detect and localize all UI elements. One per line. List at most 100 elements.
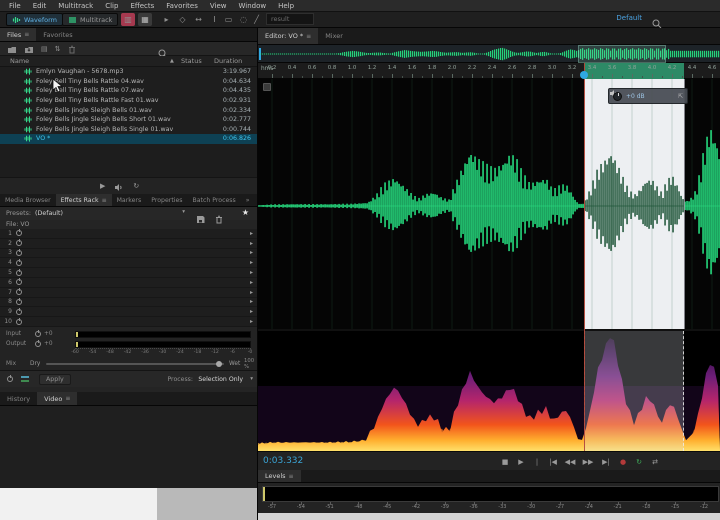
preview-play-icon[interactable]: ▶	[100, 182, 105, 190]
delete-preset-icon[interactable]	[215, 209, 223, 228]
move-tool-icon[interactable]: ▸	[160, 13, 173, 26]
spectrogram-display[interactable]	[258, 331, 720, 451]
file-row[interactable]: Foley Bells Jingle Sleigh Bells Short 01…	[0, 115, 257, 125]
mix-slider-track[interactable]	[46, 363, 224, 365]
slot-power-icon[interactable]	[16, 250, 22, 256]
navigator-selection[interactable]	[578, 45, 666, 63]
slot-insert-arrow-icon[interactable]: ▸	[250, 249, 253, 256]
multitrack-view-button[interactable]: Multitrack	[62, 13, 118, 26]
record-button[interactable]: ●	[616, 455, 630, 468]
slot-insert-arrow-icon[interactable]: ▸	[250, 289, 253, 296]
menu-file[interactable]: File	[3, 0, 27, 12]
panel-menu-icon[interactable]: ≡	[306, 33, 311, 40]
tab-markers[interactable]: Markers	[112, 194, 147, 206]
skip-to-start-button[interactable]: |◀	[546, 455, 560, 468]
tab-history[interactable]: History	[0, 392, 37, 405]
mix-slider-handle[interactable]	[216, 361, 222, 367]
preset-dropdown-caret-icon[interactable]: ▾	[182, 209, 185, 215]
slot-insert-arrow-icon[interactable]: ▸	[250, 298, 253, 305]
waveform-display[interactable]: +0 dB ⇱	[258, 79, 720, 329]
tab-levels[interactable]: Levels ≡	[258, 470, 301, 482]
file-row[interactable]: Foley Bell Tiny Bells Rattle Fast 01.wav…	[0, 96, 257, 106]
file-row[interactable]: Emlyn Vaughan - 5678.mp33:19.967	[0, 67, 257, 77]
slot-power-icon[interactable]	[16, 260, 22, 266]
mix-amount-value[interactable]: 100 %	[244, 358, 257, 370]
slip-tool-icon[interactable]: ↔	[192, 13, 205, 26]
play-button[interactable]: ▶	[514, 455, 528, 468]
menu-favorites[interactable]: Favorites	[160, 0, 204, 12]
slot-power-icon[interactable]	[16, 279, 22, 285]
slot-power-icon[interactable]	[16, 230, 22, 236]
skip-to-end-button[interactable]: ▶|	[599, 455, 613, 468]
column-status[interactable]: Status	[181, 57, 202, 65]
tab-effects-rack[interactable]: Effects Rack ≡	[56, 194, 112, 206]
effect-slot[interactable]: 9▸	[0, 307, 257, 317]
stop-button[interactable]: ■	[498, 455, 512, 468]
timeline-ruler[interactable]: hms 0.20.40.60.81.01.21.41.61.82.02.22.4…	[258, 63, 720, 79]
slot-insert-arrow-icon[interactable]: ▸	[250, 259, 253, 266]
razor-tool-icon[interactable]: ◇	[176, 13, 189, 26]
tab-batch-process[interactable]: Batch Process	[188, 194, 241, 206]
favorite-star-icon[interactable]: ★	[242, 208, 249, 217]
output-power-icon[interactable]	[35, 341, 41, 347]
column-name[interactable]: Name	[10, 57, 29, 65]
slot-insert-arrow-icon[interactable]: ▸	[250, 308, 253, 315]
effect-slot[interactable]: 4▸	[0, 258, 257, 268]
panel-menu-icon[interactable]: ≡	[24, 31, 29, 38]
slot-power-icon[interactable]	[16, 309, 22, 315]
new-file-icon[interactable]: ▤	[41, 45, 48, 53]
spectrogram-selection[interactable]	[584, 331, 684, 451]
effect-slot[interactable]: 3▸	[0, 249, 257, 259]
zoom-navigator[interactable]	[258, 45, 720, 63]
file-row[interactable]: Foley Bells Jingle Sleigh Bells 01.wav0:…	[0, 105, 257, 115]
tab-media-browser[interactable]: Media Browser	[0, 194, 56, 206]
display-options-icon[interactable]	[263, 83, 271, 91]
time-display[interactable]: 0:03.332	[263, 456, 303, 466]
file-row[interactable]: VO *0:06.826	[0, 134, 257, 144]
slot-insert-arrow-icon[interactable]: ▸	[250, 240, 253, 247]
panel-menu-icon[interactable]: ≡	[65, 395, 70, 402]
file-row[interactable]: Foley Bells Jingle Sleigh Bells Single 0…	[0, 125, 257, 135]
slot-insert-arrow-icon[interactable]: ▸	[250, 269, 253, 276]
effect-slot[interactable]: 5▸	[0, 268, 257, 278]
pitch-display-icon[interactable]: ▦	[138, 13, 152, 26]
marquee-selection-tool-icon[interactable]: ▭	[222, 13, 235, 26]
time-selection-tool-icon[interactable]: I	[208, 13, 221, 26]
slot-power-icon[interactable]	[16, 319, 22, 325]
slot-insert-arrow-icon[interactable]: ▸	[250, 230, 253, 237]
hud-gain-value[interactable]: +0 dB	[626, 93, 645, 100]
hud-gain-knob[interactable]	[613, 92, 622, 101]
menu-window[interactable]: Window	[233, 0, 273, 12]
selection-right-edge[interactable]	[684, 79, 685, 329]
effect-slot[interactable]: 10▸	[0, 317, 257, 327]
preview-loop-icon[interactable]: ↻	[133, 182, 139, 190]
panel-menu-icon[interactable]: ≡	[102, 197, 107, 204]
input-gain-value[interactable]: +0	[44, 331, 53, 337]
tab-video[interactable]: Video ≡	[37, 392, 77, 405]
input-power-icon[interactable]	[35, 331, 41, 337]
slot-power-icon[interactable]	[16, 270, 22, 276]
brush-selection-tool-icon[interactable]: ╱	[250, 13, 263, 26]
effect-slot[interactable]: 6▸	[0, 278, 257, 288]
effect-slot[interactable]: 2▸	[0, 239, 257, 249]
playhead-marker[interactable]	[580, 71, 588, 79]
lasso-selection-tool-icon[interactable]: ◌	[237, 13, 250, 26]
preview-speaker-icon[interactable]	[114, 177, 124, 196]
skip-selection-button[interactable]: ⇄	[648, 455, 662, 468]
menu-edit[interactable]: Edit	[27, 0, 53, 12]
save-preset-icon[interactable]	[196, 209, 205, 228]
tab-properties[interactable]: Properties	[146, 194, 187, 206]
rewind-button[interactable]: ◀◀	[563, 455, 577, 468]
effect-slot[interactable]: 1▸	[0, 229, 257, 239]
fast-forward-button[interactable]: ▶▶	[581, 455, 595, 468]
menu-help[interactable]: Help	[272, 0, 300, 12]
panel-menu-icon[interactable]: ≡	[289, 473, 294, 480]
rack-power-icon[interactable]	[7, 376, 13, 382]
sort-ascending-icon[interactable]: ▲	[170, 58, 174, 64]
slot-power-icon[interactable]	[16, 289, 22, 295]
process-caret-icon[interactable]: ▾	[250, 376, 253, 382]
column-duration[interactable]: Duration	[214, 57, 242, 65]
slot-insert-arrow-icon[interactable]: ▸	[250, 279, 253, 286]
waveform-view-button[interactable]: Waveform	[6, 13, 63, 26]
apply-button[interactable]: Apply	[39, 374, 71, 385]
